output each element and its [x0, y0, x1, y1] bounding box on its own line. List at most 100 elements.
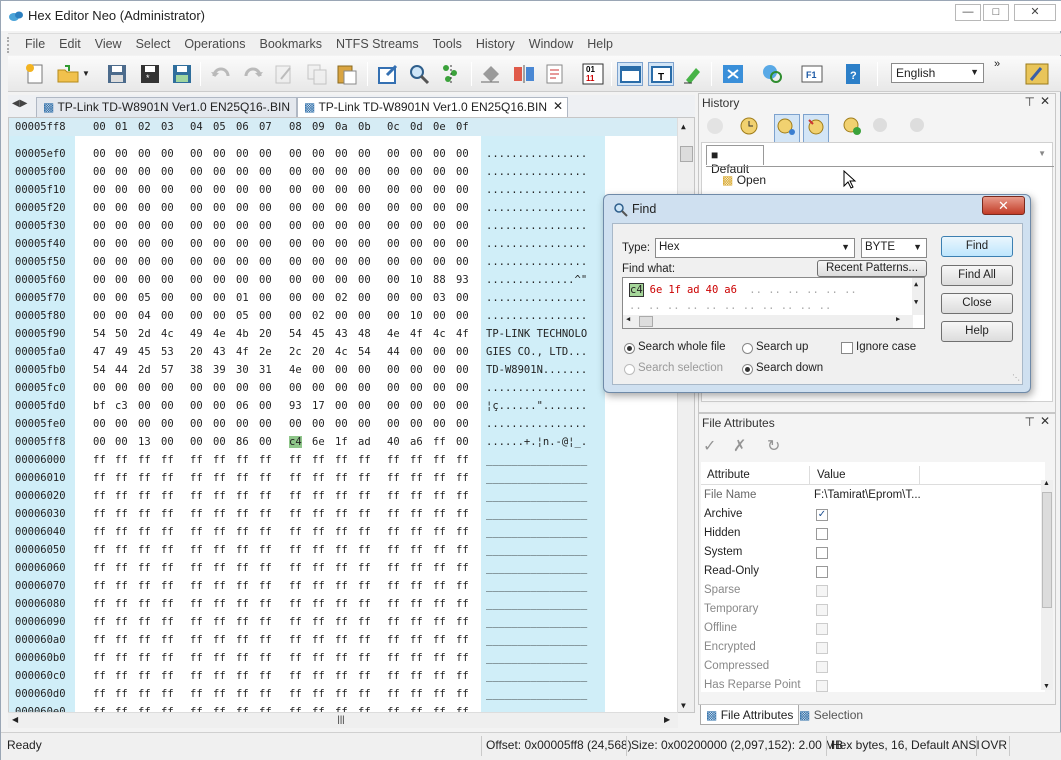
- hex-byte[interactable]: ff: [289, 544, 302, 556]
- close-tab-icon[interactable]: ✕: [553, 99, 563, 113]
- hex-byte[interactable]: 00: [410, 148, 423, 160]
- hex-byte[interactable]: ff: [335, 670, 348, 682]
- hex-byte[interactable]: 00: [456, 364, 469, 376]
- hex-byte[interactable]: 00: [190, 310, 203, 322]
- hex-byte[interactable]: ff: [456, 472, 469, 484]
- save-all-icon[interactable]: [169, 62, 195, 86]
- hex-byte[interactable]: ff: [387, 634, 400, 646]
- revert-icon[interactable]: ✗: [733, 436, 746, 456]
- hex-byte[interactable]: ff: [456, 580, 469, 592]
- hex-byte[interactable]: ff: [456, 634, 469, 646]
- hex-byte[interactable]: 00: [93, 310, 106, 322]
- hex-byte[interactable]: 00: [335, 220, 348, 232]
- menu-edit[interactable]: Edit: [52, 34, 88, 51]
- hex-byte[interactable]: 00: [335, 166, 348, 178]
- hex-byte[interactable]: 00: [190, 238, 203, 250]
- hex-byte[interactable]: 4c: [161, 328, 174, 340]
- close-dialog-button[interactable]: ✕: [982, 196, 1025, 215]
- open-folder-icon[interactable]: [55, 62, 81, 86]
- close-panel-icon[interactable]: ✕: [1040, 414, 1050, 428]
- hex-byte[interactable]: ff: [138, 508, 151, 520]
- hex-byte[interactable]: ff: [213, 472, 226, 484]
- row-text[interactable]: ________________: [486, 454, 587, 466]
- hex-byte[interactable]: ff: [259, 580, 272, 592]
- history-tab-default[interactable]: ■ Default: [706, 145, 764, 176]
- hex-byte[interactable]: ff: [93, 490, 106, 502]
- hex-byte[interactable]: 00: [358, 418, 371, 430]
- hex-byte[interactable]: ff: [387, 670, 400, 682]
- hex-byte[interactable]: 00: [259, 292, 272, 304]
- hex-byte[interactable]: ff: [410, 616, 423, 628]
- hex-byte[interactable]: 49: [190, 328, 203, 340]
- menu-select[interactable]: Select: [129, 34, 178, 51]
- hex-byte[interactable]: ff: [387, 598, 400, 610]
- attributes-scrollbar[interactable]: ▲ ▼: [1041, 480, 1053, 690]
- hex-byte[interactable]: ff: [312, 562, 325, 574]
- hex-byte[interactable]: 00: [433, 364, 446, 376]
- hex-byte[interactable]: 00: [289, 148, 302, 160]
- row-text[interactable]: ..............^": [486, 274, 587, 286]
- hex-editor-view[interactable]: 00005ef0 00 00 00 00 00 00 00 00 00 00 00 00 00 00 00 00…: [8, 117, 695, 713]
- hex-byte[interactable]: 00: [312, 418, 325, 430]
- hex-byte[interactable]: 00: [358, 238, 371, 250]
- hex-byte[interactable]: ff: [358, 634, 371, 646]
- hex-byte[interactable]: ff: [161, 598, 174, 610]
- hex-byte[interactable]: ff: [312, 454, 325, 466]
- hex-byte[interactable]: 00: [387, 364, 400, 376]
- horizontal-scroll-thumb[interactable]: |||: [326, 714, 356, 726]
- edit-icon[interactable]: [271, 62, 297, 86]
- hex-byte[interactable]: 1f: [335, 436, 348, 448]
- hex-byte[interactable]: 00: [312, 238, 325, 250]
- row-text[interactable]: ................: [486, 292, 587, 304]
- hex-byte[interactable]: ff: [259, 634, 272, 646]
- menu-window[interactable]: Window: [522, 34, 580, 51]
- hex-byte[interactable]: 2c: [289, 346, 302, 358]
- hex-byte[interactable]: 44: [115, 364, 128, 376]
- tab-document-1[interactable]: ▩ TP-Link TD-W8901N Ver1.0 EN25Q16-.BIN: [36, 97, 297, 117]
- copy-icon[interactable]: [304, 62, 330, 86]
- hex-byte[interactable]: ff: [115, 616, 128, 628]
- hex-byte[interactable]: ff: [312, 580, 325, 592]
- hex-byte[interactable]: 00: [410, 220, 423, 232]
- hex-byte[interactable]: 00: [410, 346, 423, 358]
- row-text[interactable]: ................: [486, 148, 587, 160]
- hex-byte[interactable]: 00: [115, 292, 128, 304]
- hex-byte[interactable]: 00: [213, 202, 226, 214]
- hex-byte[interactable]: 00: [456, 184, 469, 196]
- hex-byte[interactable]: ff: [161, 580, 174, 592]
- hex-byte[interactable]: 4f: [410, 328, 423, 340]
- hex-byte[interactable]: ff: [190, 616, 203, 628]
- hex-byte[interactable]: ff: [115, 670, 128, 682]
- scroll-down-icon[interactable]: ▼: [681, 701, 686, 710]
- hex-byte[interactable]: ff: [387, 616, 400, 628]
- hex-byte[interactable]: 00: [387, 148, 400, 160]
- hex-byte[interactable]: 00: [161, 166, 174, 178]
- hex-byte[interactable]: 04: [138, 310, 151, 322]
- hex-byte[interactable]: 00: [289, 256, 302, 268]
- hex-byte[interactable]: ff: [236, 634, 249, 646]
- vertical-scroll-thumb[interactable]: [680, 146, 693, 162]
- hex-byte[interactable]: 43: [213, 346, 226, 358]
- hex-byte[interactable]: ff: [115, 508, 128, 520]
- hex-byte[interactable]: ff: [259, 454, 272, 466]
- hex-byte[interactable]: 00: [312, 166, 325, 178]
- hex-byte[interactable]: ff: [335, 688, 348, 700]
- hex-byte[interactable]: ff: [190, 580, 203, 592]
- hex-byte[interactable]: 00: [433, 238, 446, 250]
- help-button[interactable]: Help: [941, 321, 1013, 342]
- hex-byte[interactable]: ff: [213, 616, 226, 628]
- hex-byte[interactable]: ff: [138, 544, 151, 556]
- hex-byte[interactable]: ff: [312, 544, 325, 556]
- hex-byte[interactable]: 00: [289, 202, 302, 214]
- hex-byte[interactable]: 01: [236, 292, 249, 304]
- find-icon[interactable]: [406, 62, 432, 86]
- hex-byte[interactable]: 00: [358, 166, 371, 178]
- hex-byte[interactable]: 00: [312, 202, 325, 214]
- hex-byte[interactable]: ff: [259, 472, 272, 484]
- hex-byte[interactable]: ff: [433, 436, 446, 448]
- attribute-checkbox[interactable]: ✓: [816, 509, 828, 521]
- hex-byte[interactable]: bf: [93, 400, 106, 412]
- hex-byte[interactable]: 4e: [289, 364, 302, 376]
- hex-byte[interactable]: 43: [335, 328, 348, 340]
- hex-byte[interactable]: ff: [387, 580, 400, 592]
